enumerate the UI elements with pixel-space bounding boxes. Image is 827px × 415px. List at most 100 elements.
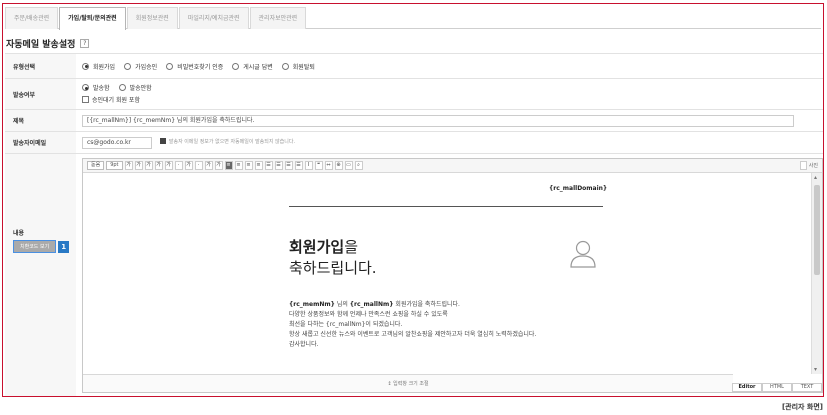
section-title: 자동메일 발송설정 ? bbox=[6, 37, 90, 50]
scroll-up-icon[interactable]: ▴ bbox=[814, 174, 817, 181]
radio-post-reply[interactable]: 게시글 답변 bbox=[232, 62, 273, 71]
font-color-dropdown[interactable]: · bbox=[174, 160, 183, 170]
radio-withdraw-dot[interactable] bbox=[281, 62, 289, 70]
tab-mileage-deposit[interactable]: 마일리지/예치금관련 bbox=[178, 7, 249, 29]
ordered-list-icon[interactable]: ☰ bbox=[264, 160, 273, 170]
indent-icon[interactable]: ☰ bbox=[294, 160, 303, 170]
scroll-down-icon[interactable]: ▾ bbox=[814, 366, 817, 373]
size-select[interactable]: 9pt bbox=[106, 160, 123, 170]
editor-canvas[interactable]: {rc_mallDomain} 회원가입을 축하드립니다. {rc_memNm}… bbox=[83, 172, 811, 374]
find-icon[interactable]: ⌕ bbox=[354, 160, 363, 170]
radio-signup-label: 회원가입 bbox=[93, 63, 116, 71]
clear-format-icon[interactable]: I bbox=[304, 160, 313, 170]
radio-password-find-label: 비밀번호찾기 인증 bbox=[177, 63, 224, 71]
font-color-button[interactable]: 가 bbox=[164, 160, 173, 170]
editor-resize-handle[interactable]: ↕ 입력창 크기 조절 bbox=[83, 373, 733, 392]
body-line-4: 항상 새롭고 신선한 뉴스와 이벤트로 고객님의 알찬쇼핑을 제안하고자 더욱 … bbox=[289, 330, 537, 338]
preview-body: {rc_memNm} 님의 {rc_mallNm} 회원가입을 축하드립니다. … bbox=[289, 300, 536, 350]
substitution-code-button[interactable]: 치환코드 보기 bbox=[13, 240, 57, 253]
font-select[interactable]: 돋움 bbox=[87, 160, 105, 170]
content-label-group: 내용 치환코드 보기 1 bbox=[13, 154, 76, 253]
link-icon[interactable]: ⇔ bbox=[324, 160, 333, 170]
content-label: 내용 bbox=[13, 230, 25, 237]
help-icon[interactable]: ? bbox=[80, 39, 90, 48]
italic-button[interactable]: 가 bbox=[144, 160, 153, 170]
mail-editor: 돋움 9pt 가 가 가 가 가 · 가 · 가 가 ≡ ≡ ≡ ≡ ☰ ☰ ☰… bbox=[82, 157, 823, 393]
radio-send-on[interactable]: 발송함 bbox=[82, 83, 110, 92]
radio-post-reply-label: 게시글 답변 bbox=[243, 63, 273, 71]
scroll-thumb[interactable] bbox=[814, 184, 820, 275]
tab-order-shipping[interactable]: 주문/배송관련 bbox=[5, 7, 59, 29]
quote-icon[interactable]: ❝ bbox=[314, 160, 323, 170]
body-line-5: 감사합니다. bbox=[289, 340, 319, 348]
radio-withdraw[interactable]: 회원탈퇴 bbox=[281, 62, 315, 71]
align-center-icon[interactable]: ≡ bbox=[234, 160, 243, 170]
align-justify-icon[interactable]: ≡ bbox=[254, 160, 263, 170]
body-line-1: {rc_memNm} 님의 {rc_mallNm} 회원가입을 축하드립니다. bbox=[289, 300, 536, 310]
photo-button[interactable]: 사진 bbox=[799, 160, 818, 170]
radio-approval-dot[interactable] bbox=[124, 62, 132, 70]
body-line-1-mid: 님의 bbox=[334, 300, 350, 308]
radio-send-off-label: 발송안함 bbox=[129, 85, 152, 92]
outdent-icon[interactable]: ☰ bbox=[284, 160, 293, 170]
radio-password-find-dot[interactable] bbox=[166, 62, 174, 70]
align-left-icon[interactable]: ≡ bbox=[224, 160, 233, 170]
section-title-text: 자동메일 발송설정 bbox=[6, 40, 76, 50]
tab-admin-security[interactable]: 관리자보안관련 bbox=[249, 7, 307, 29]
bold-button[interactable]: 가 bbox=[124, 160, 133, 170]
editor-toolbar: 돋움 9pt 가 가 가 가 가 · 가 · 가 가 ≡ ≡ ≡ ≡ ☰ ☰ ☰… bbox=[83, 158, 822, 173]
editor-mode-tabs: Editor HTML TEXT bbox=[732, 382, 822, 392]
tab-member-info[interactable]: 회원정보관련 bbox=[126, 7, 178, 29]
radio-password-find[interactable]: 비밀번호찾기 인증 bbox=[166, 62, 223, 71]
radio-post-reply-dot[interactable] bbox=[232, 62, 240, 70]
photo-label: 사진 bbox=[808, 162, 818, 169]
unordered-list-icon[interactable]: ☰ bbox=[274, 160, 283, 170]
figure-caption: [관리자 화면] bbox=[781, 403, 823, 411]
tab-bar: 주문/배송관련 가입/탈퇴/문의관련 회원정보관련 마일리지/예치금관련 관리자… bbox=[5, 7, 821, 30]
subject-input[interactable]: [{rc_mallNm}] {rc_memNm} 님의 회원가입을 축하드립니다… bbox=[82, 114, 794, 127]
underline-button[interactable]: 가 bbox=[134, 160, 143, 170]
radio-approval[interactable]: 가입승인 bbox=[124, 62, 157, 71]
bg-color-dropdown[interactable]: · bbox=[194, 160, 203, 170]
sender-hint: 발송자 이메일 정보가 없으면 자동메일이 발송되지 않습니다. bbox=[159, 138, 296, 145]
body-var-memnm: {rc_memNm} bbox=[289, 300, 335, 308]
send-radio-group: 발송함 발송안함 bbox=[82, 83, 823, 92]
preview-divider bbox=[289, 205, 603, 207]
radio-approval-label: 가입승인 bbox=[135, 63, 158, 71]
special-char-icon[interactable]: ⊕ bbox=[334, 160, 343, 170]
radio-signup[interactable]: 회원가입 bbox=[82, 62, 115, 71]
mode-tab-text[interactable]: TEXT bbox=[792, 382, 822, 392]
type-radio-group: 회원가입 가입승인 비밀번호찾기 인증 게시글 답변 회원탈퇴 bbox=[82, 62, 823, 71]
sender-hint-text: 발송자 이메일 정보가 없으면 자동메일이 발송되지 않습니다. bbox=[168, 138, 296, 145]
tab-join-withdraw-inquiry[interactable]: 가입/탈퇴/문의관련 bbox=[59, 7, 126, 30]
settings-form: 유형선택 회원가입 가입승인 비밀번호찾기 인증 게시글 답변 회원탈퇴 발송여… bbox=[5, 53, 823, 396]
mode-tab-html[interactable]: HTML bbox=[762, 382, 792, 392]
screenshot-frame: 주문/배송관련 가입/탈퇴/문의관련 회원정보관련 마일리지/예치금관련 관리자… bbox=[2, 3, 824, 397]
include-pending-label: 승인대기 회원 포함 bbox=[92, 97, 140, 104]
radio-withdraw-label: 회원탈퇴 bbox=[292, 63, 315, 71]
type-label: 유형선택 bbox=[5, 53, 76, 79]
radio-send-off-dot[interactable] bbox=[118, 84, 126, 91]
include-pending-checkbox[interactable]: 승인대기 회원 포함 bbox=[82, 95, 140, 104]
table-icon[interactable]: ▭ bbox=[344, 160, 353, 170]
strike-button[interactable]: 가 bbox=[154, 160, 163, 170]
editor-scrollbar[interactable]: ▴ ▾ bbox=[811, 172, 822, 374]
source-button-wrap: 치환코드 보기 1 bbox=[13, 240, 76, 253]
body-line-3: 최선을 다하는 {rc_mallNm}이 되겠습니다. bbox=[289, 320, 403, 328]
include-pending-box[interactable] bbox=[82, 96, 89, 103]
user-avatar-icon bbox=[570, 240, 596, 268]
bg-color-button[interactable]: 가 bbox=[184, 160, 193, 170]
photo-icon bbox=[799, 160, 807, 170]
preview-headline: 회원가입을 축하드립니다. bbox=[289, 237, 377, 279]
superscript-button[interactable]: 가 bbox=[204, 160, 213, 170]
align-right-icon[interactable]: ≡ bbox=[244, 160, 253, 170]
radio-send-off[interactable]: 발송안함 bbox=[118, 83, 152, 92]
body-line-1-end: 회원가입을 축하드립니다. bbox=[393, 300, 460, 308]
radio-signup-dot[interactable] bbox=[82, 62, 89, 70]
sender-email-input[interactable]: cs@godo.co.kr bbox=[82, 136, 152, 149]
subscript-button[interactable]: 가 bbox=[214, 160, 223, 170]
radio-send-on-dot[interactable] bbox=[82, 84, 89, 91]
mode-tab-editor[interactable]: Editor bbox=[732, 382, 762, 392]
headline-line2: 축하드립니다. bbox=[289, 258, 377, 277]
sender-email-label: 발송자이메일 bbox=[5, 131, 76, 154]
